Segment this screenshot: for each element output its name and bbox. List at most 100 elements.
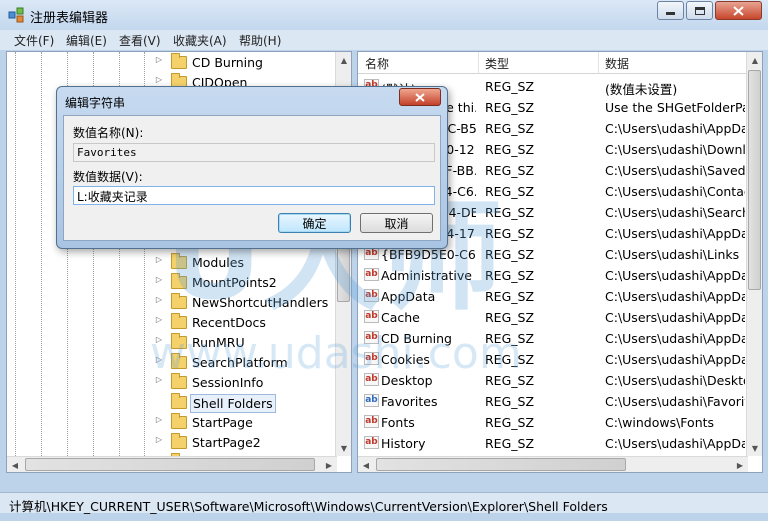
expand-arrow-icon[interactable]: ▷	[154, 355, 164, 364]
value-name: Favorites	[381, 394, 438, 409]
value-type: REG_SZ	[485, 184, 535, 199]
tree-item[interactable]: ▷ StartPage	[7, 413, 337, 433]
tree-item-label: Modules	[192, 255, 244, 270]
menu-favorites[interactable]: 收藏夹(A)	[173, 32, 227, 49]
tree-item-label: MountPoints2	[192, 275, 277, 290]
expand-arrow-icon[interactable]: ▷	[154, 335, 164, 344]
list-item[interactable]: ab Desktop REG_SZ C:\Users\udashi\Desktop	[358, 370, 748, 391]
expand-arrow-icon[interactable]: ▷	[154, 375, 164, 384]
expand-arrow-icon[interactable]: ▷	[154, 55, 164, 64]
list-item[interactable]: abCache REG_SZ C:\Users\udashi\AppData	[358, 307, 748, 328]
expand-arrow-icon[interactable]: ▷	[154, 435, 164, 444]
string-value-icon: ab	[364, 394, 379, 407]
value-data: Use the SHGetFolderPath	[605, 100, 745, 115]
tree-item-label: NewShortcutHandlers	[192, 295, 329, 310]
value-data: C:\Users\udashi\AppData	[605, 121, 745, 136]
value-data: C:\Users\udashi\Saved	[605, 163, 745, 178]
folder-icon	[171, 393, 187, 409]
scroll-down-icon[interactable]: ▼	[747, 440, 762, 456]
edit-string-dialog: 编辑字符串 数值名称(N): Favorites 数值数据(V): L:收藏夹记…	[56, 86, 448, 249]
tree-item[interactable]: ▷ RecentDocs	[7, 313, 337, 333]
value-data: C:\Users\udashi\Desktop	[605, 373, 745, 388]
scroll-left-icon[interactable]: ◀	[7, 457, 23, 472]
list-hscroll-thumb[interactable]	[376, 458, 626, 471]
list-vertical-scrollbar[interactable]: ▲ ▼	[746, 52, 762, 456]
string-value-icon: ab	[364, 289, 379, 302]
maximize-button[interactable]	[686, 1, 713, 20]
folder-icon	[171, 313, 187, 329]
close-button[interactable]	[715, 1, 762, 20]
list-item[interactable]: abCookies REG_SZ C:\Users\udashi\AppData	[358, 349, 748, 370]
value-name: AppData	[381, 289, 436, 304]
list-horizontal-scrollbar[interactable]: ◀ ▶	[358, 456, 748, 472]
list-item[interactable]: abHistory REG_SZ C:\Users\udashi\AppData	[358, 433, 748, 454]
minimize-icon	[666, 12, 675, 15]
list-item[interactable]: ab Fonts REG_SZ C:\windows\Fonts	[358, 412, 748, 433]
folder-icon	[171, 53, 187, 69]
minimize-button[interactable]	[657, 1, 684, 20]
value-data: C:\Users\udashi\Downloads	[605, 142, 745, 157]
value-data-input[interactable]: L:收藏夹记录	[73, 186, 435, 205]
value-name-label: 数值名称(N):	[73, 126, 144, 140]
window-title: 注册表编辑器	[30, 11, 109, 26]
scroll-up-icon[interactable]: ▲	[747, 52, 762, 68]
tree-hscroll-thumb[interactable]	[25, 458, 315, 471]
scroll-right-icon[interactable]: ▶	[321, 457, 337, 472]
column-divider[interactable]	[478, 52, 479, 73]
ok-button[interactable]: 确定	[278, 213, 351, 233]
tree-item[interactable]: ▷ MountPoints2	[7, 273, 337, 293]
scroll-left-icon[interactable]: ◀	[358, 457, 374, 472]
value-name: History	[381, 436, 426, 451]
expand-arrow-icon[interactable]: ▷	[154, 415, 164, 424]
tree-item[interactable]: ▷ Modules	[7, 253, 337, 273]
folder-icon	[171, 413, 187, 429]
tree-item[interactable]: ▷ CD Burning	[7, 53, 337, 73]
tree-item[interactable]: ▷ RunMRU	[7, 333, 337, 353]
tree-item-label: RunMRU	[192, 335, 245, 350]
list-item[interactable]: abFavorites REG_SZ C:\Users\udashi\Favorit…	[358, 391, 748, 412]
string-value-icon: ab	[364, 268, 379, 281]
value-type: REG_SZ	[485, 373, 535, 388]
tree-item-label: StartPage	[192, 415, 253, 430]
expand-arrow-icon[interactable]: ▷	[154, 255, 164, 264]
tree-item[interactable]: ▷ SearchPlatform	[7, 353, 337, 373]
registry-editor-icon	[8, 7, 24, 23]
tree-item[interactable]: ▷ StartPage2	[7, 433, 337, 453]
list-item[interactable]: abAdministrative ... REG_SZ C:\Users\udash…	[358, 265, 748, 286]
tree-item[interactable]: ▷ NewShortcutHandlers	[7, 293, 337, 313]
scroll-up-icon[interactable]: ▲	[336, 52, 351, 68]
column-type[interactable]: 类型	[485, 55, 509, 72]
column-name[interactable]: 名称	[365, 55, 389, 72]
string-value-icon: ab	[364, 436, 379, 449]
folder-icon	[171, 333, 187, 349]
cancel-button[interactable]: 取消	[360, 213, 433, 233]
expand-arrow-icon[interactable]: ▷	[154, 75, 164, 84]
expand-arrow-icon[interactable]: ▷	[154, 295, 164, 304]
list-scroll-thumb[interactable]	[748, 70, 761, 290]
scroll-down-icon[interactable]: ▼	[336, 440, 351, 456]
folder-icon	[171, 253, 187, 269]
value-name: {BFB9D5E0-C6...	[381, 247, 476, 262]
value-type: REG_SZ	[485, 121, 535, 136]
column-data[interactable]: 数据	[605, 55, 629, 72]
menu-help[interactable]: 帮助(H)	[239, 32, 281, 49]
tree-horizontal-scrollbar[interactable]: ◀ ▶	[7, 456, 337, 472]
value-data: C:\Users\udashi\Favorites	[605, 394, 745, 409]
tree-scroll-thumb[interactable]	[337, 242, 350, 302]
list-item[interactable]: abAppData REG_SZ C:\Users\udashi\AppData	[358, 286, 748, 307]
value-type: REG_SZ	[485, 268, 535, 283]
list-item[interactable]: abCD Burning REG_SZ C:\Users\udashi\AppDat…	[358, 328, 748, 349]
tree-item[interactable]: Shell Folders	[7, 393, 337, 413]
tree-item[interactable]: ▷ SessionInfo	[7, 373, 337, 393]
value-name-field: Favorites	[73, 143, 435, 162]
tree-item-label: StartPage2	[192, 435, 261, 450]
folder-icon	[171, 273, 187, 289]
dialog-close-button[interactable]	[399, 88, 441, 106]
menu-view[interactable]: 查看(V)	[119, 32, 161, 49]
expand-arrow-icon[interactable]: ▷	[154, 275, 164, 284]
menu-file[interactable]: 文件(F)	[14, 32, 54, 49]
scroll-right-icon[interactable]: ▶	[732, 457, 748, 472]
menu-edit[interactable]: 编辑(E)	[66, 32, 107, 49]
expand-arrow-icon[interactable]: ▷	[154, 315, 164, 324]
column-divider[interactable]	[598, 52, 599, 73]
